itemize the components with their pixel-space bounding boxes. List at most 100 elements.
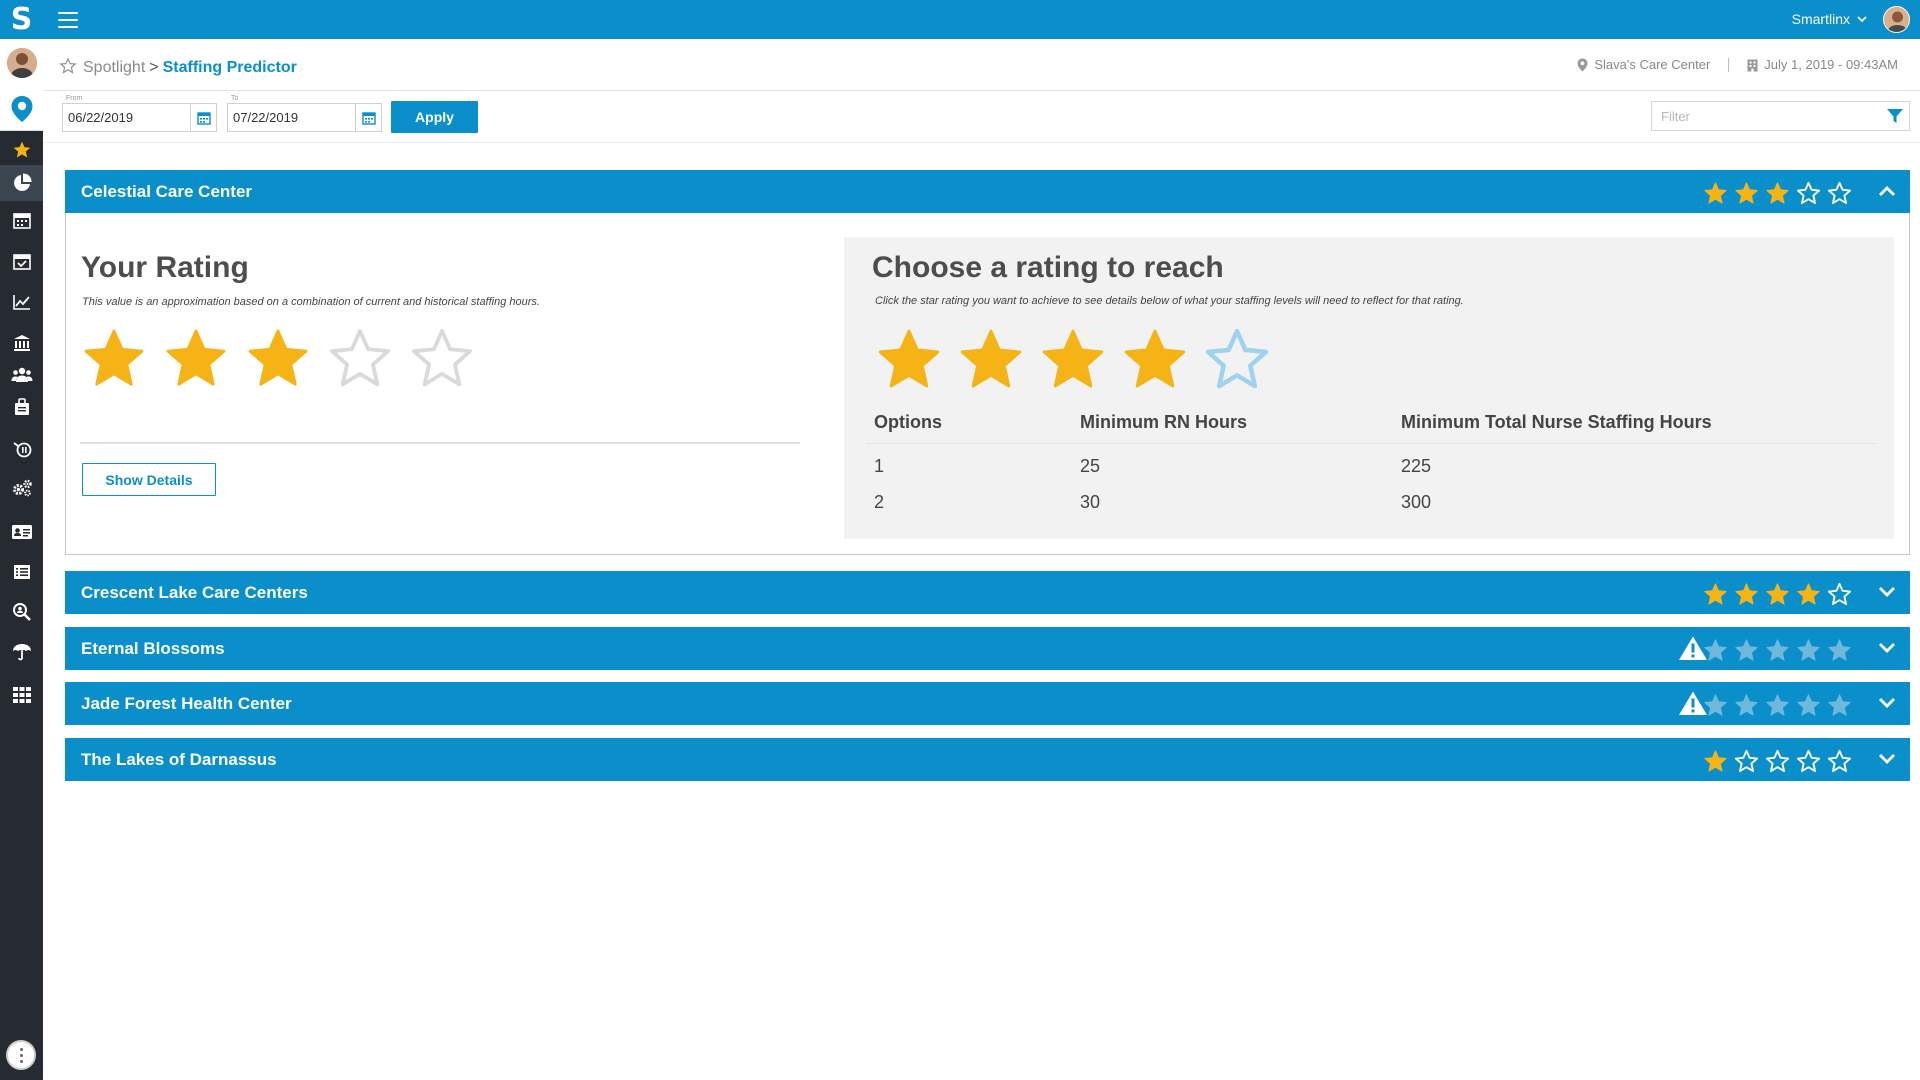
facility-panel-header[interactable]: The Lakes of Darnassus xyxy=(65,738,1910,781)
sidebar-location[interactable] xyxy=(0,87,43,131)
sidebar-item-employees[interactable] xyxy=(0,357,43,393)
sidebar-item-favorites[interactable] xyxy=(0,132,43,168)
star-empty-icon xyxy=(1828,694,1851,716)
filter-input[interactable] xyxy=(1652,102,1880,130)
date-range-bar: From 06/22/2019 To 07/22/2019 Apply xyxy=(43,91,1920,143)
min-total-hours: 225 xyxy=(1401,456,1432,476)
column-header-min-total-hours: Minimum Total Nurse Staffing Hours xyxy=(1401,412,1712,432)
star-empty-icon xyxy=(412,329,472,387)
star-filled-icon xyxy=(84,329,144,386)
star-filled-icon xyxy=(1704,583,1727,605)
from-label: From xyxy=(65,95,84,102)
sidebar-item-reports[interactable] xyxy=(0,284,43,320)
star-empty-icon xyxy=(1827,181,1852,205)
target-star-empty-icon[interactable] xyxy=(1203,326,1271,394)
star-empty-icon xyxy=(1797,694,1820,716)
menu-icon[interactable] xyxy=(58,12,78,28)
to-date-field[interactable]: To 07/22/2019 xyxy=(227,95,382,132)
sidebar-item-jobs[interactable] xyxy=(0,389,43,425)
sidebar-item-apps[interactable] xyxy=(0,677,43,713)
star-empty-icon xyxy=(1797,639,1820,661)
facility-name: Celestial Care Center xyxy=(81,182,253,201)
sidebar-item-search[interactable] xyxy=(0,594,43,630)
divider xyxy=(1728,58,1730,72)
sidebar-item-id-cards[interactable] xyxy=(0,514,43,550)
star-filled-icon xyxy=(1704,750,1727,772)
chevron-down-icon[interactable] xyxy=(1878,696,1896,710)
your-rating-subtitle: This value is an approximation based on … xyxy=(82,296,540,308)
facility-panel-header[interactable]: Crescent Lake Care Centers xyxy=(65,571,1910,614)
header-info: Slava's Care Center July 1, 2019 - 09:43… xyxy=(1577,39,1898,91)
facility-name: Crescent Lake Care Centers xyxy=(81,583,308,602)
star-filled-icon xyxy=(1704,182,1727,204)
current-location[interactable]: Slava's Care Center xyxy=(1594,37,1710,93)
user-avatar[interactable] xyxy=(1883,6,1910,33)
facility-panel-header[interactable]: Eternal Blossoms xyxy=(65,627,1910,670)
facility-panel-header[interactable]: Jade Forest Health Center xyxy=(65,682,1910,725)
target-star-filled-icon[interactable] xyxy=(1039,326,1107,394)
star-empty-icon xyxy=(1735,639,1758,661)
chevron-down-icon[interactable] xyxy=(1878,752,1896,766)
choose-rating-panel: Choose a rating to reach Click the star … xyxy=(844,237,1894,539)
table-row: 1 25 225 xyxy=(866,444,1876,480)
chevron-down-icon[interactable] xyxy=(1878,641,1896,655)
star-filled-icon xyxy=(1797,583,1820,605)
user-name[interactable]: Smartlinx xyxy=(1792,0,1850,39)
app-logo[interactable]: S xyxy=(0,0,43,39)
avatar[interactable] xyxy=(6,48,37,78)
option-number: 1 xyxy=(874,456,885,476)
your-rating-stars xyxy=(81,326,475,392)
calendar-icon[interactable] xyxy=(190,104,216,131)
sidebar-item-calendar[interactable] xyxy=(0,202,43,238)
star-empty-icon xyxy=(1765,749,1790,773)
facility-name: Jade Forest Health Center xyxy=(81,694,292,713)
filter-box xyxy=(1651,101,1910,131)
search-person-icon xyxy=(12,603,31,621)
facility-rating xyxy=(1703,693,1852,718)
column-header-min-rn-hours: Minimum RN Hours xyxy=(1080,412,1248,432)
to-date-value[interactable]: 07/22/2019 xyxy=(233,104,298,131)
breadcrumb-parent[interactable]: Spotlight xyxy=(83,59,145,76)
calendar-check-icon xyxy=(12,254,31,270)
more-options-icon[interactable] xyxy=(6,1040,36,1070)
target-star-filled-icon[interactable] xyxy=(875,326,943,394)
sidebar-item-schedule[interactable] xyxy=(0,243,43,279)
star-filled-icon xyxy=(1766,583,1789,605)
calendar-icon[interactable] xyxy=(355,104,381,131)
from-date-value[interactable]: 06/22/2019 xyxy=(68,104,133,131)
min-rn-hours: 25 xyxy=(1080,456,1101,476)
target-rating-stars xyxy=(875,326,1271,394)
target-star-filled-icon[interactable] xyxy=(957,326,1025,394)
min-total-hours: 300 xyxy=(1401,492,1432,512)
sidebar-profile[interactable] xyxy=(0,39,43,87)
star-empty-icon xyxy=(330,329,390,387)
min-rn-hours: 30 xyxy=(1080,492,1101,512)
filter-icon[interactable] xyxy=(1885,107,1905,125)
sidebar-item-list[interactable] xyxy=(0,554,43,590)
show-details-button[interactable]: Show Details xyxy=(82,463,216,496)
sidebar-item-settings[interactable] xyxy=(0,470,43,506)
facility-panel-header[interactable]: Celestial Care Center xyxy=(65,170,1910,213)
chevron-down-icon[interactable] xyxy=(1856,14,1868,24)
facility-rating xyxy=(1703,638,1852,663)
your-rating-title: Your Rating xyxy=(81,251,249,284)
line-chart-icon xyxy=(12,295,30,310)
chevron-up-icon[interactable] xyxy=(1878,184,1896,198)
breadcrumb-separator: > xyxy=(149,59,159,76)
left-sidebar xyxy=(0,39,43,1080)
sidebar-item-spotlight[interactable] xyxy=(0,165,43,201)
from-date-field[interactable]: From 06/22/2019 xyxy=(62,95,217,132)
column-header-options: Options xyxy=(874,412,942,432)
umbrella-icon xyxy=(12,644,31,661)
facility-rating xyxy=(1703,582,1852,607)
apply-button[interactable]: Apply xyxy=(391,101,478,133)
chevron-down-icon[interactable] xyxy=(1878,585,1896,599)
choose-rating-subtitle: Click the star rating you want to achiev… xyxy=(875,295,1464,307)
users-icon xyxy=(11,367,32,382)
choose-rating-title: Choose a rating to reach xyxy=(872,251,1224,284)
target-star-filled-icon[interactable] xyxy=(1121,326,1189,394)
sidebar-item-insurance[interactable] xyxy=(0,634,43,670)
sidebar-item-timeclock[interactable] xyxy=(0,431,43,467)
sidebar-item-institution[interactable] xyxy=(0,325,43,361)
favorite-star-icon[interactable] xyxy=(59,57,77,75)
